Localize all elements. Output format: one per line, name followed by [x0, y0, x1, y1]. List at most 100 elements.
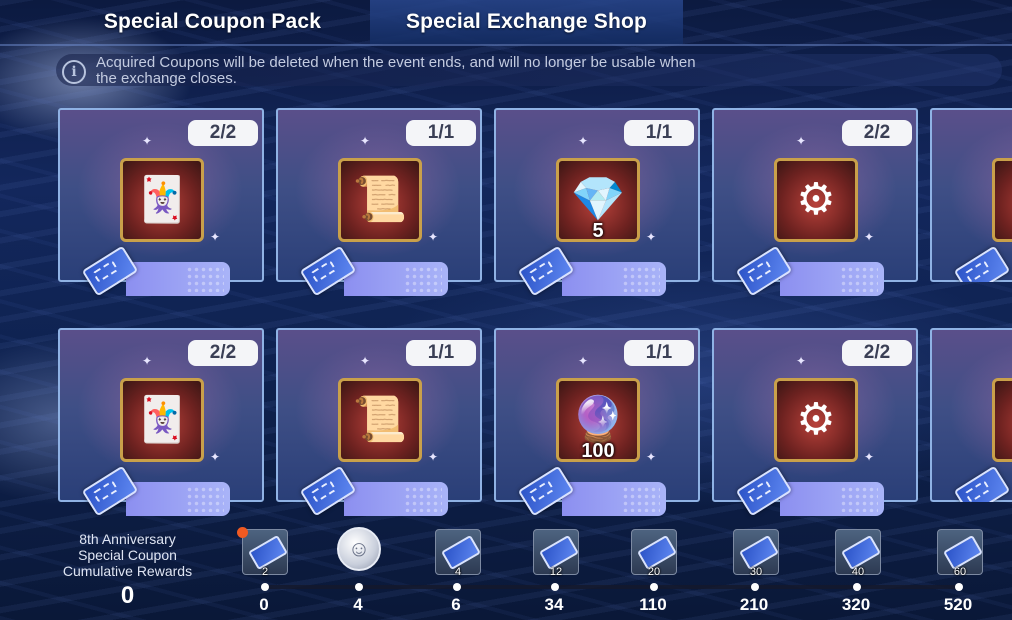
gear-token-icon: ⚙	[774, 378, 858, 462]
shop-item-card[interactable]: 2/2 ⚙ ✦ ✦	[712, 328, 918, 517]
milestone-tick	[955, 583, 963, 591]
sparkle-icon: ✦	[428, 230, 439, 244]
stock-badge: 2/2	[842, 340, 912, 366]
shop-item-card[interactable]: 1/1 🔮 100 ✦ ✦	[494, 328, 700, 517]
milestone-threshold: 0	[259, 595, 269, 614]
sparkle-icon: ✦	[646, 230, 657, 244]
milestone-tick	[551, 583, 559, 591]
coupon-icon	[841, 534, 881, 571]
reward-amount: 30	[749, 566, 763, 578]
coupon-icon	[943, 534, 983, 571]
item-glyph: ⚙	[796, 395, 836, 444]
sparkle-icon: ✦	[796, 134, 807, 148]
shop-item-card[interactable]: 2/2 🃏 ✦ ✦	[58, 108, 264, 297]
card-pack-icon: 🃏	[120, 378, 204, 462]
stock-badge: 1/1	[406, 340, 476, 366]
tab-special-exchange-shop[interactable]: Special Exchange Shop	[370, 0, 683, 44]
milestone-reward[interactable]: 60	[937, 529, 983, 578]
milestone-threshold: 4	[353, 595, 363, 614]
milestone-threshold: 320	[841, 595, 871, 614]
sparkle-icon: ✦	[646, 450, 657, 464]
milestone-tick	[261, 583, 269, 591]
price-bar	[344, 482, 448, 516]
milestone-threshold: 210	[739, 595, 769, 614]
sparkle-icon: ✦	[210, 230, 221, 244]
background-waves	[0, 0, 1012, 620]
coupon-icon	[248, 534, 288, 571]
tab-divider	[0, 44, 1012, 46]
price-bar	[344, 262, 448, 296]
milestone-reward[interactable]: 4	[435, 529, 481, 578]
item-quantity: 5	[592, 220, 604, 242]
coupon-icon	[637, 534, 677, 571]
sparkle-icon: ✦	[796, 354, 807, 368]
item-glyph: 📜	[352, 175, 408, 224]
selector-card-icon: 📜	[338, 158, 422, 242]
item-glyph: 🃏	[134, 175, 190, 224]
milestone-tick	[853, 583, 861, 591]
shop-item-card-partial[interactable]	[930, 328, 1012, 502]
coupon-icon	[441, 534, 481, 571]
shop-item-card[interactable]: 1/1 📜 ✦ ✦	[276, 328, 482, 517]
tab-special-coupon-pack[interactable]: Special Coupon Pack	[55, 0, 370, 44]
price-bar	[126, 482, 230, 516]
stock-badge: 1/1	[406, 120, 476, 146]
rewards-count: 0	[120, 582, 135, 609]
sparkle-icon: ✦	[864, 450, 875, 464]
sparkle-icon: ✦	[578, 354, 589, 368]
shop-item-card[interactable]: 1/1 💎 5 ✦ ✦	[494, 108, 700, 297]
sparkle-icon: ✦	[864, 230, 875, 244]
item-glyph: 🃏	[134, 395, 190, 444]
coupon-icon	[739, 534, 779, 571]
milestone-threshold: 520	[943, 595, 973, 614]
price-bar	[562, 482, 666, 516]
reward-amount: 4	[454, 566, 462, 578]
item-glyph: ⚙	[796, 175, 836, 224]
coupon-icon	[539, 534, 579, 571]
shop-item-card[interactable]: 2/2 🃏 ✦ ✦	[58, 328, 264, 517]
price-bar	[562, 262, 666, 296]
milestone-tick	[751, 583, 759, 591]
sparkle-icon: ✦	[428, 450, 439, 464]
sparkle-icon: ✦	[142, 134, 153, 148]
milestone-reward[interactable]: 12	[533, 529, 579, 578]
reward-amount: 12	[549, 566, 563, 578]
milestone-reward[interactable]: 20	[631, 529, 677, 578]
price-bar	[780, 262, 884, 296]
reward-amount: 40	[851, 566, 865, 578]
item-quantity: 100	[581, 440, 615, 462]
partial-item-icon	[992, 158, 1012, 242]
item-glyph: 💎	[570, 175, 626, 224]
stock-badge: 2/2	[188, 340, 258, 366]
shop-item-card[interactable]: 2/2 ⚙ ✦ ✦	[712, 108, 918, 297]
shop-item-card[interactable]: 1/1 📜 ✦ ✦	[276, 108, 482, 297]
shop-item-card-partial[interactable]	[930, 108, 1012, 282]
info-icon: i	[62, 60, 86, 84]
sparkle-icon: ✦	[360, 354, 371, 368]
price-bar	[780, 482, 884, 516]
item-glyph: 📜	[352, 395, 408, 444]
price-bar	[126, 262, 230, 296]
rewards-title: 8th Anniversary Special Coupon Cumulativ…	[62, 531, 193, 579]
selector-card-icon: 📜	[338, 378, 422, 462]
rainbow-crystal-icon: 🔮 100	[556, 378, 640, 462]
stock-badge: 1/1	[624, 340, 694, 366]
partial-item-icon	[992, 378, 1012, 462]
sparkle-icon: ✦	[210, 450, 221, 464]
notice-text: Acquired Coupons will be deleted when th…	[96, 54, 696, 87]
milestone-tick	[453, 583, 461, 591]
milestone-reward[interactable]: 40	[835, 529, 881, 578]
item-glyph: 🔮	[570, 395, 626, 444]
medal-icon[interactable]: ☺	[337, 527, 381, 571]
reward-amount: 60	[953, 566, 967, 578]
card-pack-icon: 🃏	[120, 158, 204, 242]
tab-bar: Special Coupon Pack Special Exchange Sho…	[0, 0, 1012, 44]
sparkle-icon: ✦	[360, 134, 371, 148]
stock-badge: 2/2	[188, 120, 258, 146]
reward-amount: 2	[261, 566, 269, 578]
milestone-reward[interactable]: 2	[242, 529, 288, 578]
sparkle-icon: ✦	[578, 134, 589, 148]
milestone-threshold: 110	[639, 595, 667, 614]
stock-badge: 2/2	[842, 120, 912, 146]
milestone-reward[interactable]: 30	[733, 529, 779, 578]
